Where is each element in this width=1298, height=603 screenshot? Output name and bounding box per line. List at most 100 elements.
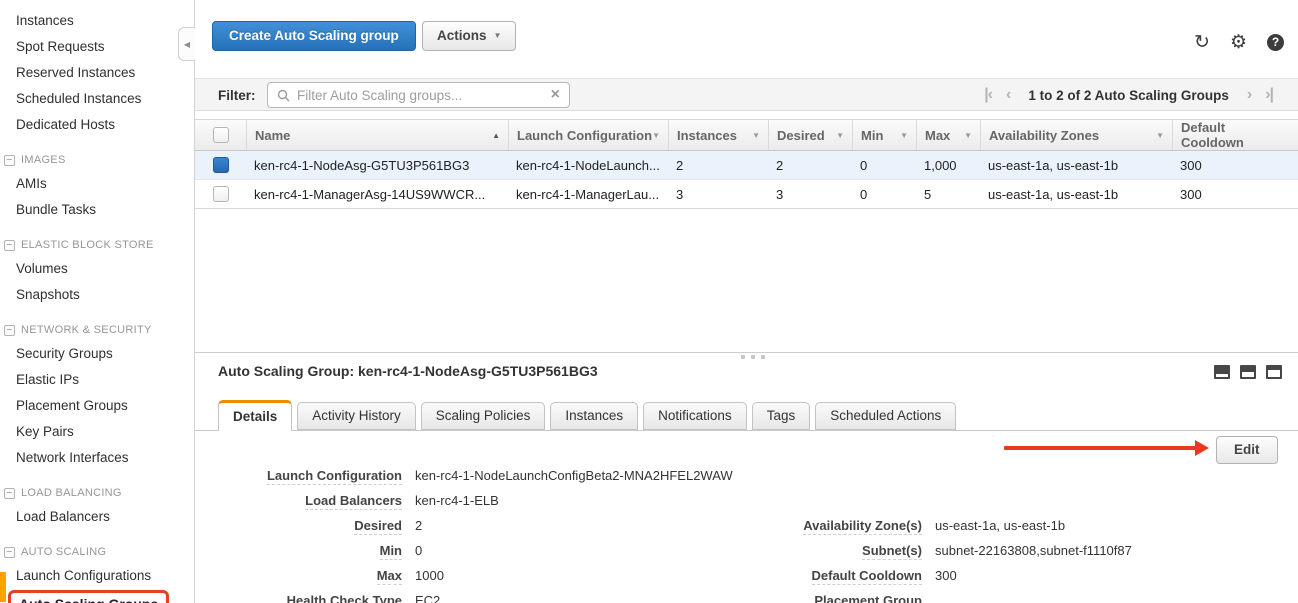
field-label: Subnet(s) bbox=[862, 543, 922, 560]
column-header-instances[interactable]: Instances ▼ bbox=[668, 120, 768, 150]
sidebar-item-dedicated-hosts[interactable]: Dedicated Hosts bbox=[0, 112, 194, 138]
sidebar-item-scheduled-instances[interactable]: Scheduled Instances bbox=[0, 86, 194, 112]
tab-scaling-policies[interactable]: Scaling Policies bbox=[421, 402, 546, 430]
column-label: Launch Configuration bbox=[517, 128, 652, 143]
sidebar-item-bundle-tasks[interactable]: Bundle Tasks bbox=[0, 197, 194, 223]
collapse-minus-icon[interactable]: − bbox=[4, 155, 15, 166]
field-value: ken-rc4-1-NodeLaunchConfigBeta2-MNA2HFEL… bbox=[415, 468, 733, 483]
table-row[interactable]: ken-rc4-1-NodeAsg-G5TU3P561BG3 ken-rc4-1… bbox=[195, 151, 1298, 180]
sidebar-item-volumes[interactable]: Volumes bbox=[0, 256, 194, 282]
field-value: 1000 bbox=[415, 568, 444, 583]
tab-notifications[interactable]: Notifications bbox=[643, 402, 747, 430]
sidebar-item-instances[interactable]: Instances bbox=[0, 8, 194, 34]
panel-resize-handle[interactable] bbox=[741, 355, 765, 359]
cell-max: 1,000 bbox=[916, 151, 980, 179]
sidebar-item-key-pairs[interactable]: Key Pairs bbox=[0, 419, 194, 445]
sidebar-section-auto-scaling[interactable]: − AUTO SCALING bbox=[0, 543, 194, 561]
field-value: us-east-1a, us-east-1b bbox=[935, 518, 1065, 533]
column-header-max[interactable]: Max ▼ bbox=[916, 120, 980, 150]
sidebar-item-spot-requests[interactable]: Spot Requests bbox=[0, 34, 194, 60]
row-checkbox-checked[interactable] bbox=[213, 157, 229, 173]
sidebar-collapse-button[interactable]: ◀ bbox=[178, 27, 195, 61]
filter-search-box[interactable]: × bbox=[267, 82, 570, 108]
field-placement-group: Placement Group bbox=[738, 593, 1132, 603]
column-label: Availability Zones bbox=[989, 128, 1099, 143]
sidebar-item-network-interfaces[interactable]: Network Interfaces bbox=[0, 445, 194, 471]
create-auto-scaling-group-button[interactable]: Create Auto Scaling group bbox=[212, 21, 416, 51]
sidebar-section-elastic-block-store[interactable]: − ELASTIC BLOCK STORE bbox=[0, 236, 194, 254]
column-header-min[interactable]: Min ▼ bbox=[852, 120, 916, 150]
row-select-cell bbox=[195, 151, 246, 179]
sidebar-item-elastic-ips[interactable]: Elastic IPs bbox=[0, 367, 194, 393]
pane-layout-medium-icon[interactable] bbox=[1240, 365, 1256, 379]
sidebar-item-reserved-instances[interactable]: Reserved Instances bbox=[0, 60, 194, 86]
actions-button[interactable]: Actions ▼ bbox=[422, 21, 516, 51]
cell-desired: 2 bbox=[768, 151, 852, 179]
select-all-checkbox[interactable] bbox=[213, 127, 229, 143]
sidebar-item-security-groups[interactable]: Security Groups bbox=[0, 341, 194, 367]
tab-tags[interactable]: Tags bbox=[752, 402, 811, 430]
filter-search-input[interactable] bbox=[297, 88, 544, 103]
last-page-icon[interactable]: ›| bbox=[1265, 85, 1273, 105]
next-page-icon[interactable]: › bbox=[1247, 85, 1251, 105]
sort-dropdown-icon: ▼ bbox=[652, 131, 660, 140]
actions-button-label: Actions bbox=[437, 22, 487, 50]
tab-scheduled-actions[interactable]: Scheduled Actions bbox=[815, 402, 956, 430]
sidebar-item-placement-groups[interactable]: Placement Groups bbox=[0, 393, 194, 419]
pane-layout-large-icon[interactable] bbox=[1266, 365, 1282, 379]
column-header-launch-configuration[interactable]: Launch Configuration ▼ bbox=[508, 120, 668, 150]
tab-activity-history[interactable]: Activity History bbox=[297, 402, 416, 430]
collapse-minus-icon[interactable]: − bbox=[4, 240, 15, 251]
refresh-icon[interactable]: ↻ bbox=[1194, 33, 1210, 52]
field-label: Availability Zone(s) bbox=[803, 518, 922, 535]
sidebar-item-snapshots[interactable]: Snapshots bbox=[0, 282, 194, 308]
field-label: Launch Configuration bbox=[267, 468, 402, 485]
collapse-minus-icon[interactable]: − bbox=[4, 547, 15, 558]
field-desired: Desired 2 bbox=[217, 518, 733, 543]
annotation-orange-marker bbox=[0, 572, 6, 602]
sidebar-item-load-balancers[interactable]: Load Balancers bbox=[0, 504, 194, 530]
ec2-console-screen: Instances Spot Requests Reserved Instanc… bbox=[0, 0, 1298, 603]
gear-icon[interactable]: ⚙ bbox=[1230, 33, 1247, 52]
collapse-minus-icon[interactable]: − bbox=[4, 488, 15, 499]
column-label: Name bbox=[255, 128, 290, 143]
table-row[interactable]: ken-rc4-1-ManagerAsg-14US9WWCR... ken-rc… bbox=[195, 180, 1298, 209]
field-value: 300 bbox=[935, 568, 957, 583]
table-header-row: Name ▲ Launch Configuration ▼ Instances … bbox=[195, 119, 1298, 151]
clear-filter-icon[interactable]: × bbox=[551, 87, 560, 103]
sort-dropdown-icon: ▼ bbox=[1156, 131, 1164, 140]
help-icon[interactable]: ? bbox=[1267, 34, 1284, 51]
cell-min: 0 bbox=[852, 180, 916, 208]
previous-page-icon[interactable]: ‹ bbox=[1006, 85, 1010, 105]
pane-layout-small-icon[interactable] bbox=[1214, 365, 1230, 379]
details-fields-right: Availability Zone(s) us-east-1a, us-east… bbox=[738, 518, 1132, 603]
collapse-minus-icon[interactable]: − bbox=[4, 325, 15, 336]
column-header-default-cooldown[interactable]: Default Cooldown bbox=[1172, 120, 1298, 150]
tab-instances[interactable]: Instances bbox=[550, 402, 638, 430]
cell-launch-configuration: ken-rc4-1-NodeLaunch... bbox=[508, 151, 668, 179]
sidebar-item-amis[interactable]: AMIs bbox=[0, 171, 194, 197]
tab-details[interactable]: Details bbox=[218, 400, 292, 431]
filter-label: Filter: bbox=[218, 88, 256, 103]
sidebar-section-network-security[interactable]: − NETWORK & SECURITY bbox=[0, 321, 194, 339]
detail-tabs: Details Activity History Scaling Policie… bbox=[218, 402, 956, 431]
collapse-arrow-icon: ◀ bbox=[184, 40, 190, 49]
field-load-balancers: Load Balancers ken-rc4-1-ELB bbox=[217, 493, 733, 518]
pane-layout-icons bbox=[1214, 365, 1282, 379]
sidebar-item-auto-scaling-groups[interactable]: Auto Scaling Groups bbox=[8, 590, 169, 603]
sidebar-item-launch-configurations[interactable]: Launch Configurations bbox=[0, 563, 194, 589]
cell-name: ken-rc4-1-ManagerAsg-14US9WWCR... bbox=[246, 180, 508, 208]
column-header-name[interactable]: Name ▲ bbox=[246, 120, 508, 150]
edit-button[interactable]: Edit bbox=[1216, 436, 1278, 464]
field-launch-configuration: Launch Configuration ken-rc4-1-NodeLaunc… bbox=[217, 468, 733, 493]
row-checkbox[interactable] bbox=[213, 186, 229, 202]
column-header-availability-zones[interactable]: Availability Zones ▼ bbox=[980, 120, 1172, 150]
field-value: ken-rc4-1-ELB bbox=[415, 493, 499, 508]
sidebar-section-load-balancing[interactable]: − LOAD BALANCING bbox=[0, 484, 194, 502]
field-label: Min bbox=[380, 543, 402, 560]
column-header-desired[interactable]: Desired ▼ bbox=[768, 120, 852, 150]
column-label: Default Cooldown bbox=[1181, 120, 1290, 150]
first-page-icon[interactable]: |‹ bbox=[984, 85, 992, 105]
cell-availability-zones: us-east-1a, us-east-1b bbox=[980, 151, 1172, 179]
sidebar-section-images[interactable]: − IMAGES bbox=[0, 151, 194, 169]
